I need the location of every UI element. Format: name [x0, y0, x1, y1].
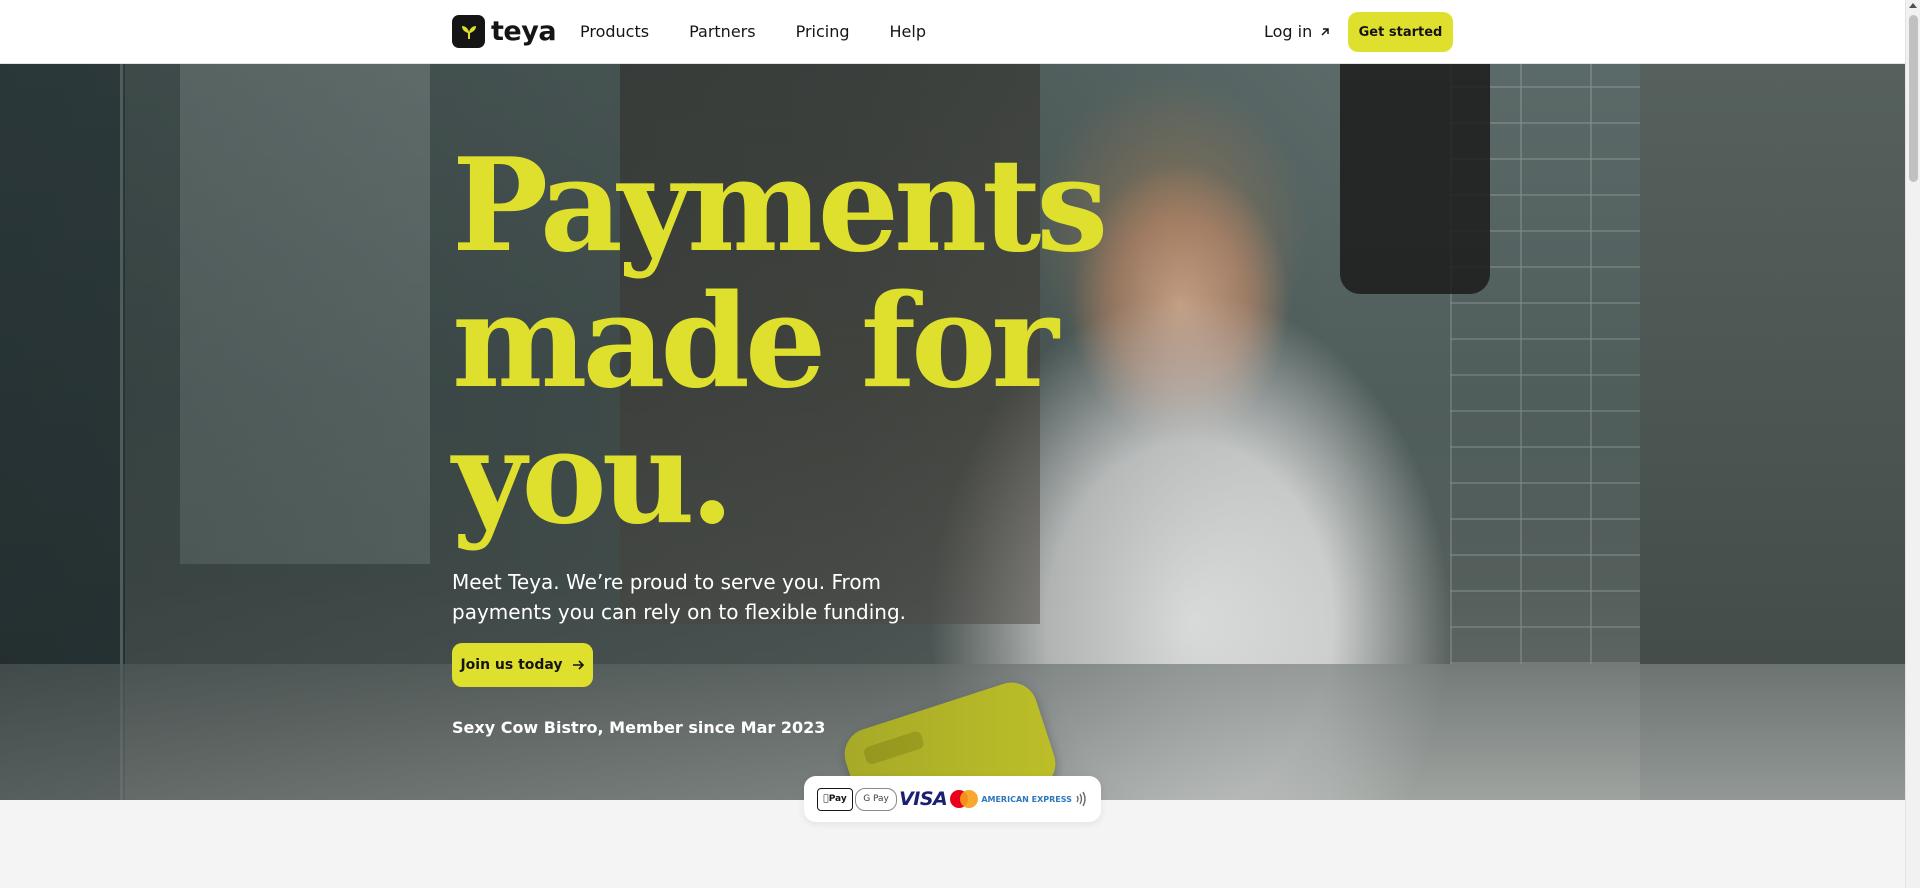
nav-products[interactable]: Products	[580, 22, 649, 41]
teya-logo[interactable]: teya	[452, 15, 557, 48]
scroll-up-arrow-icon[interactable]	[1909, 3, 1917, 8]
hero-title: Payments made for you.	[452, 131, 1108, 553]
arrow-up-right-icon	[1321, 27, 1329, 36]
member-caption: Sexy Cow Bistro, Member since Mar 2023	[452, 718, 826, 737]
mastercard-icon	[949, 788, 979, 810]
logo-wordmark: teya	[491, 16, 557, 47]
nav-partners[interactable]: Partners	[689, 22, 755, 41]
payment-methods-strip: Pay G Pay VISA AMERICAN EXPRESS	[804, 776, 1101, 822]
amex-icon: AMERICAN EXPRESS	[981, 794, 1072, 804]
arrow-right-icon	[572, 660, 584, 670]
nav-pricing[interactable]: Pricing	[796, 22, 850, 41]
main-nav: Products Partners Pricing Help	[580, 0, 966, 63]
get-started-button[interactable]: Get started	[1348, 12, 1453, 52]
site-header: teya Products Partners Pricing Help Log …	[0, 0, 1905, 64]
login-label: Log in	[1264, 22, 1313, 41]
join-us-button[interactable]: Join us today	[452, 643, 593, 687]
teya-logo-icon	[452, 15, 485, 48]
page-scrollbar[interactable]	[1905, 0, 1920, 888]
apple-pay-icon: Pay	[817, 787, 854, 811]
visa-icon: VISA	[899, 788, 948, 810]
hero-description: Meet Teya. We’re proud to serve you. Fro…	[452, 570, 907, 624]
google-pay-icon: G Pay	[855, 787, 898, 811]
hero-section: Payments made for you. Meet Teya. We’re …	[0, 64, 1905, 800]
login-link[interactable]: Log in	[1264, 0, 1331, 63]
join-us-label: Join us today	[460, 657, 563, 673]
scroll-thumb[interactable]	[1909, 15, 1918, 182]
contactless-icon	[1076, 791, 1086, 807]
nav-help[interactable]: Help	[890, 22, 926, 41]
